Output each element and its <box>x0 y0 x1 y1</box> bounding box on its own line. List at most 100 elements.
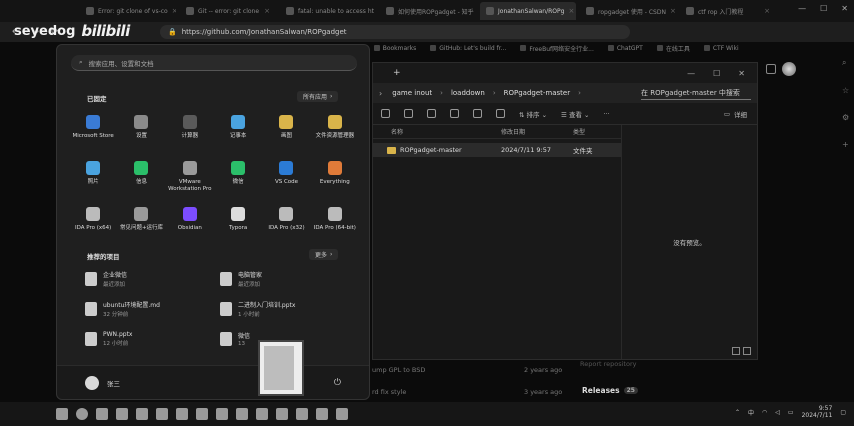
user-avatar[interactable] <box>85 375 99 390</box>
store-icon[interactable] <box>216 408 228 420</box>
pinned-app[interactable]: IDA Pro (64-bit) <box>311 207 359 243</box>
close-tab-icon[interactable]: × <box>670 7 676 15</box>
table-row[interactable]: ROPgadget-master 2024/7/11 9:57 文件夹 <box>373 143 621 157</box>
all-apps-button[interactable]: 所有应用 › <box>297 91 339 102</box>
widgets-icon[interactable] <box>116 408 128 420</box>
pinned-app[interactable]: Everything <box>311 161 359 197</box>
inbox-icon[interactable] <box>766 64 776 74</box>
maximize-icon[interactable]: ☐ <box>713 69 720 78</box>
copy-icon[interactable] <box>404 109 413 118</box>
more-button[interactable]: ··· <box>603 110 609 118</box>
bookmark-item[interactable]: FreeBuf网络安全行业... <box>520 44 594 53</box>
sidebar-tools-icon[interactable]: ⚙ <box>842 113 854 122</box>
user-name[interactable]: 张三 <box>107 378 120 388</box>
bookmark-item[interactable]: GitHub: Let's build fr... <box>430 45 506 52</box>
explorer-search-input[interactable]: 在 ROPgadget-master 中搜索 <box>641 86 751 100</box>
speaker-icon[interactable]: ◁ <box>775 409 780 416</box>
folder-icon[interactable] <box>196 408 208 420</box>
clock[interactable]: 9:57 2024/7/11 <box>802 405 833 419</box>
chevron-right-icon[interactable]: › <box>379 89 382 98</box>
window-thumbnail-preview[interactable] <box>258 340 304 396</box>
list-item[interactable]: 电脑管家 最近添加 <box>220 269 355 289</box>
paste-icon[interactable] <box>427 109 436 118</box>
address-bar[interactable]: 🔒 https://github.com/JonathanSalwan/ROPg… <box>160 25 630 39</box>
pinned-app[interactable]: 照片 <box>69 161 117 197</box>
pinned-app[interactable]: Obsidian <box>166 207 214 243</box>
breadcrumb[interactable]: game inout › loaddown › ROPgadget-master… <box>392 89 581 97</box>
pinned-app[interactable]: Typora <box>214 207 262 243</box>
releases-heading[interactable]: Releases 25 <box>582 386 638 395</box>
tiles-view-icon[interactable] <box>743 347 751 355</box>
new-tab-icon[interactable]: + <box>393 68 401 78</box>
minimize-icon[interactable]: — <box>798 4 806 13</box>
list-item[interactable]: 二进制入门培训.pptx 1 小时前 <box>220 299 355 319</box>
pinned-app[interactable]: 计算器 <box>166 115 214 151</box>
app-icon[interactable] <box>336 408 348 420</box>
more-button[interactable]: 更多 › <box>309 249 339 260</box>
pinned-app[interactable]: IDA Pro (x32) <box>262 207 310 243</box>
power-icon[interactable]: ⏻ <box>334 378 341 388</box>
close-tab-icon[interactable]: × <box>172 7 176 15</box>
bookmark-item[interactable]: 在线工具 <box>657 44 690 53</box>
list-item[interactable]: ubuntu环境配置.md 32 分钟前 <box>85 299 220 319</box>
edge-icon[interactable] <box>156 408 168 420</box>
start-search-input[interactable]: ⌕ 搜索应用、设置和文档 <box>71 55 357 71</box>
browser-tab[interactable]: fatal: unable to access ht× <box>280 2 376 20</box>
vscode-icon[interactable] <box>296 408 308 420</box>
list-item[interactable]: PWN.pptx 12 小时前 <box>85 329 220 349</box>
browser-tab[interactable]: 如何使用ROPgadget - 知乎× <box>380 2 476 20</box>
battery-icon[interactable]: ▭ <box>788 409 794 416</box>
start-icon[interactable] <box>56 408 68 420</box>
breadcrumb-item[interactable]: loaddown <box>451 89 485 97</box>
browser-tab[interactable]: JonathanSalwan/ROPg × <box>480 2 576 20</box>
pinned-app[interactable]: 画图 <box>262 115 310 151</box>
list-item[interactable]: 企业微信 最近添加 <box>85 269 220 289</box>
pinned-app[interactable]: IDA Pro (x64) <box>69 207 117 243</box>
pinned-app[interactable]: VMware Workstation Pro <box>166 161 214 197</box>
maximize-icon[interactable]: ☐ <box>820 4 827 13</box>
close-tab-icon[interactable]: × <box>568 7 574 15</box>
close-icon[interactable]: ✕ <box>841 4 848 13</box>
browser-tab[interactable]: ctf rop 入门教程 × <box>680 2 776 20</box>
pinned-app[interactable]: 常见问题+运行库 <box>117 207 165 243</box>
taskview-icon[interactable] <box>96 408 108 420</box>
terminal-icon[interactable] <box>256 408 268 420</box>
sort-button[interactable]: ⇅ 排序 ⌄ <box>519 109 547 119</box>
share-icon[interactable] <box>473 109 482 118</box>
bookmark-item[interactable]: ChatGPT <box>608 45 643 52</box>
pinned-app[interactable]: 微信 <box>214 161 262 197</box>
rename-icon[interactable] <box>450 109 459 118</box>
details-view-icon[interactable] <box>732 347 740 355</box>
browser-tab[interactable]: Git -- error: git clone × <box>180 2 276 20</box>
close-icon[interactable]: ✕ <box>738 69 745 78</box>
chat-icon[interactable] <box>176 408 188 420</box>
search-icon[interactable] <box>76 408 88 420</box>
browser-tab[interactable]: Error: git clone of vs-co × <box>80 2 176 20</box>
sidebar-add-icon[interactable]: + <box>842 140 854 149</box>
avatar[interactable] <box>782 62 796 76</box>
folder-icon[interactable] <box>136 408 148 420</box>
breadcrumb-item[interactable]: game inout <box>392 89 432 97</box>
sidebar-search-icon[interactable]: ⌕ <box>842 58 854 68</box>
column-name[interactable]: 名称 <box>373 127 501 136</box>
pinned-app[interactable]: Microsoft Store <box>69 115 117 151</box>
pinned-app[interactable]: 设置 <box>117 115 165 151</box>
pinned-app[interactable]: 记事本 <box>214 115 262 151</box>
pinned-app[interactable]: 文件资源管理器 <box>311 115 359 151</box>
delete-icon[interactable] <box>496 109 505 118</box>
bookmark-item[interactable]: CTF Wiki <box>704 45 739 52</box>
minimize-icon[interactable]: — <box>687 69 695 78</box>
column-date[interactable]: 修改日期 <box>501 127 573 136</box>
pinned-app[interactable]: 信息 <box>117 161 165 197</box>
wifi-icon[interactable]: ◠ <box>762 409 767 416</box>
wechat-icon[interactable] <box>276 408 288 420</box>
report-link[interactable]: Report repository <box>580 360 636 368</box>
close-tab-icon[interactable]: × <box>764 7 770 15</box>
bookmark-item[interactable]: Bookmarks <box>374 45 417 52</box>
view-button[interactable]: ☰ 查看 ⌄ <box>561 109 589 119</box>
column-type[interactable]: 类型 <box>573 127 621 136</box>
notification-icon[interactable]: ▢ <box>840 409 846 416</box>
lang-indicator[interactable]: 中 <box>748 408 754 417</box>
cut-icon[interactable] <box>381 109 390 118</box>
sidebar-star-icon[interactable]: ☆ <box>842 86 854 95</box>
